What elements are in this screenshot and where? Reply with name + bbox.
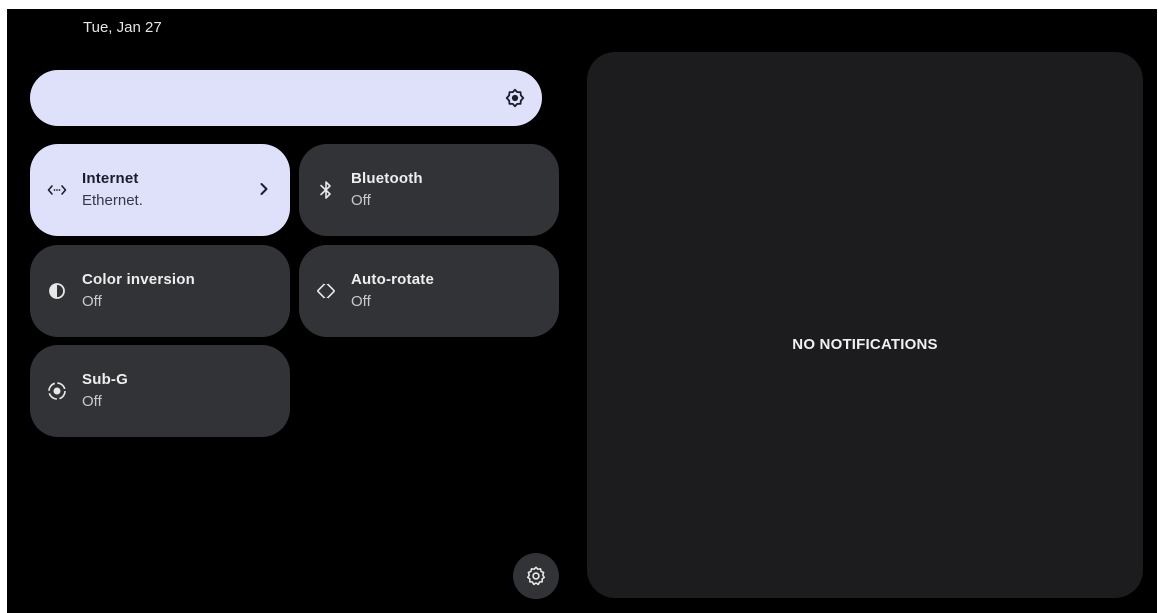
tile-label: Sub-G (82, 371, 128, 388)
tile-bluetooth[interactable]: Bluetooth Off (299, 144, 559, 236)
tile-status: Off (351, 192, 371, 209)
tile-color-inversion[interactable]: Color inversion Off (30, 245, 290, 337)
settings-button[interactable] (513, 553, 559, 599)
brightness-slider[interactable] (30, 70, 542, 126)
notifications-panel: NO NOTIFICATIONS (587, 52, 1143, 598)
quick-settings-screen: Tue, Jan 27 Internet Ethernet. Bluetooth… (7, 9, 1157, 613)
color-inversion-icon (44, 278, 70, 304)
brightness-icon (505, 88, 525, 108)
tile-sub-g[interactable]: Sub-G Off (30, 345, 290, 437)
gear-icon (526, 566, 546, 586)
tile-internet[interactable]: Internet Ethernet. (30, 144, 290, 236)
radio-target-icon (44, 378, 70, 404)
bluetooth-icon (313, 177, 339, 203)
tile-label: Color inversion (82, 271, 196, 288)
tile-status: Ethernet. (82, 192, 143, 209)
tile-label: Auto-rotate (351, 271, 435, 288)
tile-status: Off (82, 393, 102, 410)
tile-label: Bluetooth (351, 170, 423, 187)
auto-rotate-icon (313, 278, 339, 304)
tile-auto-rotate[interactable]: Auto-rotate Off (299, 245, 559, 337)
ethernet-icon (44, 177, 70, 203)
tile-status: Off (82, 293, 102, 310)
date-label: Tue, Jan 27 (83, 19, 162, 36)
tile-status: Off (351, 293, 371, 310)
tile-label: Internet (82, 170, 139, 187)
chevron-right-icon[interactable] (254, 179, 274, 199)
no-notifications-label: NO NOTIFICATIONS (792, 336, 938, 353)
